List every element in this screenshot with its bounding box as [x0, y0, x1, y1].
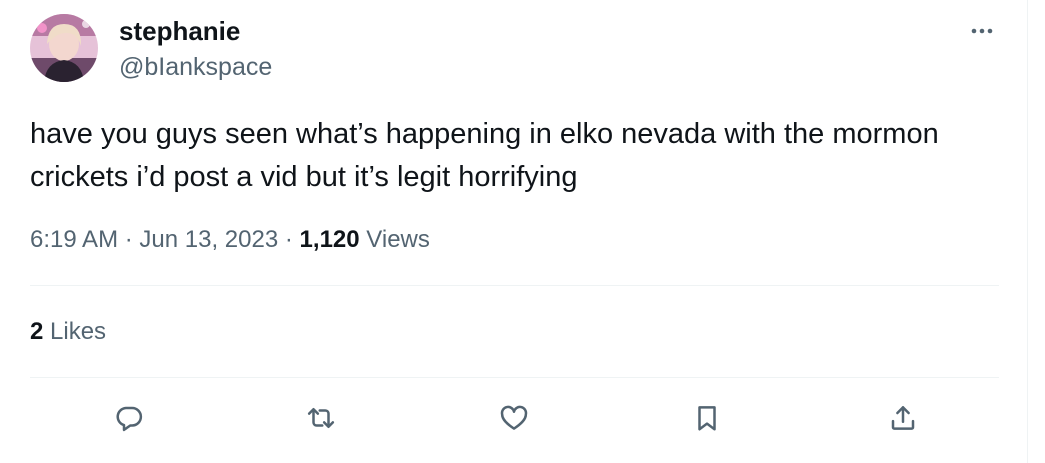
retweet-button[interactable] — [301, 398, 341, 438]
tweet-text: have you guys seen what’s happening in e… — [30, 118, 939, 193]
tweet-time[interactable]: 6:19 AM — [30, 226, 118, 253]
likes-label: Likes — [50, 318, 107, 345]
divider — [30, 285, 999, 286]
divider — [30, 377, 999, 378]
author-display-name[interactable]: stephanie — [119, 16, 240, 46]
retweet-icon — [307, 408, 335, 428]
author-handle[interactable]: @bIankspace — [119, 52, 272, 82]
avatar[interactable] — [30, 14, 98, 82]
share-button[interactable] — [883, 398, 923, 438]
like-button[interactable] — [494, 398, 534, 438]
reply-icon — [116, 406, 143, 432]
bookmark-icon — [698, 406, 716, 431]
views-count: 1,120 — [299, 226, 360, 253]
likes-count: 2 — [30, 318, 44, 345]
share-icon — [891, 406, 915, 430]
likes-link[interactable]: 2 Likes — [30, 317, 106, 347]
more-options-button[interactable] — [962, 16, 1002, 46]
meta-separator: · — [284, 226, 293, 253]
views-label: Views — [366, 226, 430, 253]
heart-icon — [500, 405, 528, 430]
bookmark-button[interactable] — [687, 398, 727, 438]
reply-button[interactable] — [109, 398, 149, 438]
more-icon — [971, 28, 993, 34]
tweet-metadata: 6:19 AM · Jun 13, 2023 · 1,120 Views — [30, 225, 430, 255]
tweet-date[interactable]: Jun 13, 2023 — [139, 226, 278, 253]
avatar-image — [30, 14, 98, 82]
meta-separator: · — [124, 226, 133, 253]
tweet-card: stephanie @bIankspace have you guys seen… — [0, 0, 1028, 463]
